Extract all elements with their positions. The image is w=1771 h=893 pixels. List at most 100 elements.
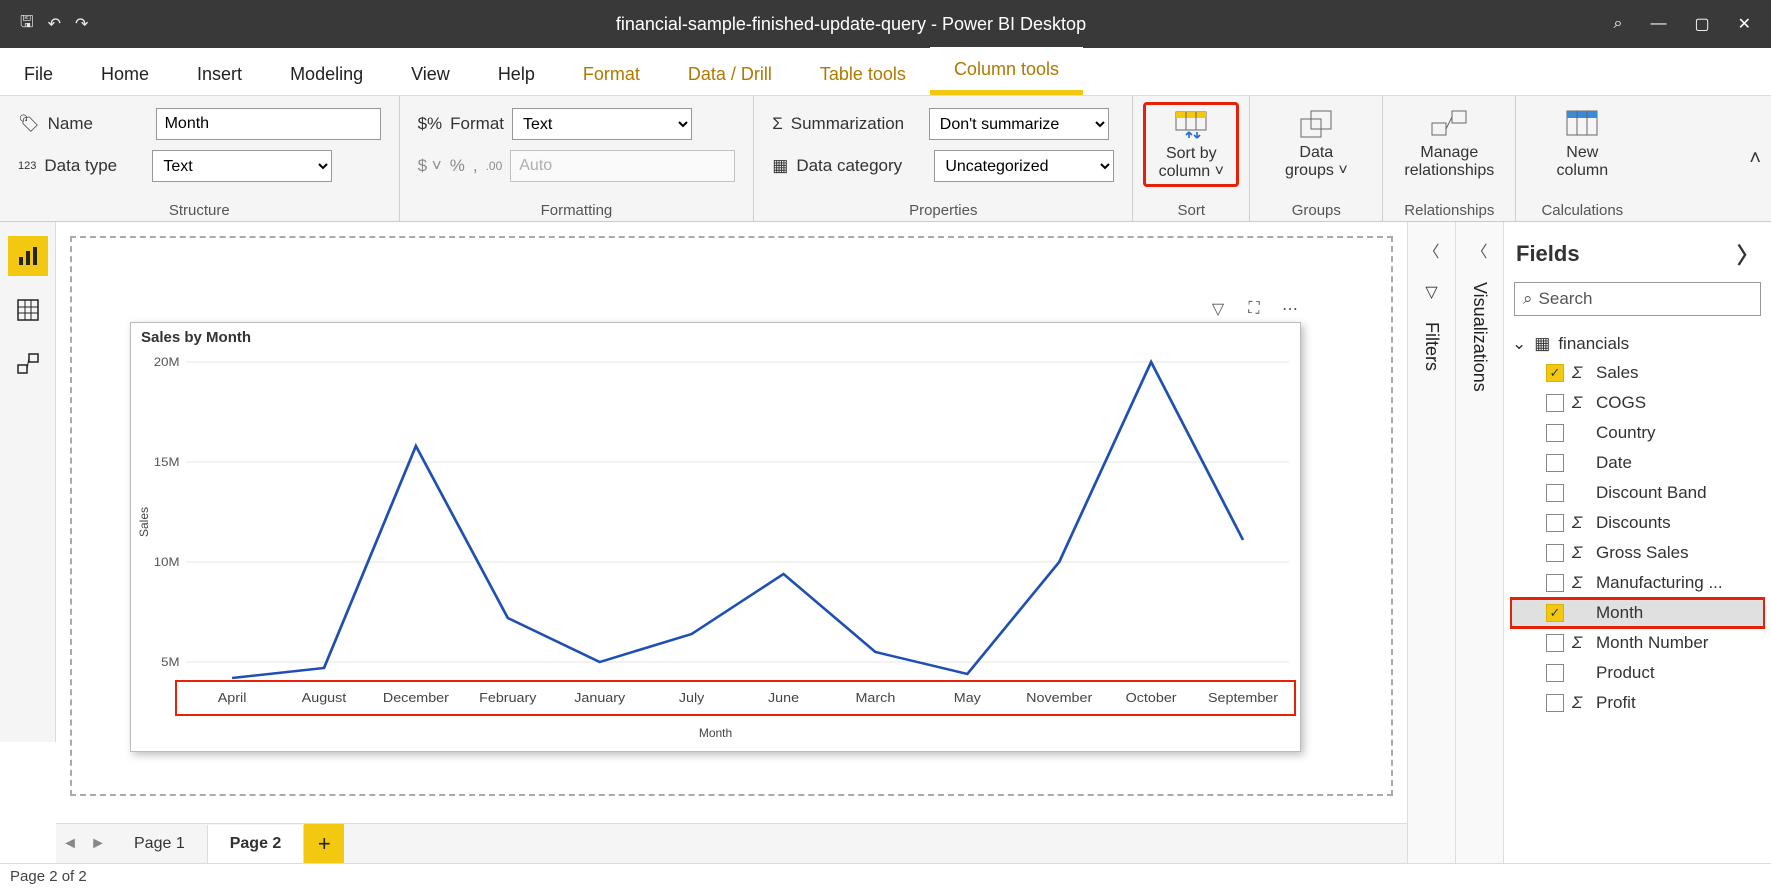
menu-data-drill[interactable]: Data / Drill <box>664 52 796 95</box>
close-icon[interactable]: ✕ <box>1738 14 1751 34</box>
y-axis-label: Sales <box>137 507 151 537</box>
checkbox-icon[interactable] <box>1546 634 1564 652</box>
decimals-input[interactable] <box>510 150 735 182</box>
checkbox-icon[interactable] <box>1546 544 1564 562</box>
redo-icon[interactable]: ↷ <box>75 14 88 34</box>
report-canvas[interactable]: ▽ ⛶ ⋯ Sales by Month Sales 5M10M15M20MAp… <box>56 222 1407 832</box>
search-icon[interactable]: ⌕ <box>1614 15 1623 33</box>
prev-page-icon[interactable]: ◄ <box>56 835 84 853</box>
field-item-month[interactable]: ✓Month <box>1510 598 1765 628</box>
datatype-icon: 123 <box>18 160 36 172</box>
column-name-input[interactable] <box>156 108 381 140</box>
page-tab-2[interactable]: Page 2 <box>208 825 305 863</box>
table-header[interactable]: ⌄ ▦ financials <box>1510 330 1765 358</box>
chevron-left-icon[interactable]: 〈 <box>1471 238 1487 262</box>
menu-help[interactable]: Help <box>474 52 559 95</box>
model-view-button[interactable] <box>8 344 48 384</box>
manage-relationships-button[interactable]: Manage relationships <box>1401 102 1497 181</box>
save-icon[interactable]: 🖫 <box>20 11 34 38</box>
status-bar: Page 2 of 2 <box>0 863 1771 893</box>
sigma-icon: Σ <box>1572 363 1588 383</box>
checkbox-icon[interactable] <box>1546 484 1564 502</box>
summarization-select[interactable]: Don't summarize <box>929 108 1109 140</box>
menu-column-tools[interactable]: Column tools <box>930 47 1083 95</box>
visual-header: ▽ ⛶ ⋯ <box>1207 298 1301 320</box>
group-properties: Properties <box>772 200 1114 219</box>
visualizations-pane-collapsed[interactable]: 〈 Visualizations <box>1455 222 1503 863</box>
status-text: Page 2 of 2 <box>10 868 87 885</box>
collapse-ribbon-icon[interactable]: ˄ <box>1749 147 1761 170</box>
field-item-sales[interactable]: ✓ΣSales <box>1510 358 1765 388</box>
field-item-month-number[interactable]: ΣMonth Number <box>1510 628 1765 658</box>
sort-button-label: Sort by column ˅ <box>1159 145 1224 182</box>
checkbox-icon[interactable] <box>1546 574 1564 592</box>
sigma-icon: Σ <box>1572 693 1588 713</box>
chevron-left-icon[interactable]: 〈 <box>1423 238 1439 262</box>
field-label: Discount Band <box>1596 483 1707 503</box>
checkbox-icon[interactable]: ✓ <box>1546 604 1564 622</box>
filters-pane-collapsed[interactable]: 〈 ▽ Filters <box>1407 222 1455 863</box>
format-label: Format <box>450 114 504 134</box>
checkbox-icon[interactable]: ✓ <box>1546 364 1564 382</box>
chevron-right-icon[interactable]: 〉 <box>1737 238 1759 270</box>
menu-modeling[interactable]: Modeling <box>266 52 387 95</box>
field-item-country[interactable]: Country <box>1510 418 1765 448</box>
field-item-discount-band[interactable]: Discount Band <box>1510 478 1765 508</box>
menu-format[interactable]: Format <box>559 52 664 95</box>
field-item-discounts[interactable]: ΣDiscounts <box>1510 508 1765 538</box>
menu-view[interactable]: View <box>387 52 474 95</box>
field-item-profit[interactable]: ΣProfit <box>1510 688 1765 718</box>
data-view-button[interactable] <box>8 290 48 330</box>
menu-home[interactable]: Home <box>77 52 173 95</box>
title-bar: 🖫 ↶ ↷ financial-sample-finished-update-q… <box>0 0 1771 48</box>
format-icon: $% <box>418 114 443 134</box>
search-icon: ⌕ <box>1523 289 1533 309</box>
format-select[interactable]: Text <box>512 108 692 140</box>
undo-icon[interactable]: ↶ <box>48 14 61 34</box>
report-page[interactable]: ▽ ⛶ ⋯ Sales by Month Sales 5M10M15M20MAp… <box>70 236 1393 796</box>
checkbox-icon[interactable] <box>1546 394 1564 412</box>
checkbox-icon[interactable] <box>1546 424 1564 442</box>
filter-icon[interactable]: ▽ <box>1207 298 1229 320</box>
page-tab-1[interactable]: Page 1 <box>112 825 208 863</box>
data-groups-button[interactable]: Data groups ˅ <box>1268 102 1364 181</box>
sort-by-column-button[interactable]: Sort by column ˅ <box>1143 102 1239 187</box>
add-page-button[interactable]: + <box>304 824 344 864</box>
fields-pane-title: Fields <box>1516 241 1580 267</box>
minimize-icon[interactable]: — <box>1650 15 1666 33</box>
line-chart-visual[interactable]: Sales by Month Sales 5M10M15M20MAprilAug… <box>130 322 1301 752</box>
table-icon: ▦ <box>1534 334 1550 354</box>
checkbox-icon[interactable] <box>1546 454 1564 472</box>
search-placeholder: Search <box>1539 289 1593 309</box>
menu-table-tools[interactable]: Table tools <box>796 52 930 95</box>
group-formatting: Formatting <box>418 200 736 219</box>
checkbox-icon[interactable] <box>1546 694 1564 712</box>
field-item-cogs[interactable]: ΣCOGS <box>1510 388 1765 418</box>
datacategory-select[interactable]: Uncategorized <box>934 150 1114 182</box>
fields-search-input[interactable]: ⌕ Search <box>1514 282 1761 316</box>
field-item-manufacturing-[interactable]: ΣManufacturing ... <box>1510 568 1765 598</box>
checkbox-icon[interactable] <box>1546 664 1564 682</box>
checkbox-icon[interactable] <box>1546 514 1564 532</box>
maximize-icon[interactable]: ▢ <box>1694 14 1709 34</box>
field-item-product[interactable]: Product <box>1510 658 1765 688</box>
new-column-button[interactable]: New column <box>1534 102 1630 181</box>
svg-text:10M: 10M <box>154 556 180 569</box>
field-item-gross-sales[interactable]: ΣGross Sales <box>1510 538 1765 568</box>
currency-icon: $ ˅ <box>418 156 442 176</box>
more-icon[interactable]: ⋯ <box>1279 298 1301 320</box>
field-item-date[interactable]: Date <box>1510 448 1765 478</box>
table-name: financials <box>1558 334 1629 354</box>
menu-bar: FileHomeInsertModelingViewHelpFormatData… <box>0 48 1771 96</box>
field-label: Discounts <box>1596 513 1671 533</box>
menu-file[interactable]: File <box>0 52 77 95</box>
datatype-select[interactable]: Text <box>152 150 332 182</box>
field-label: Date <box>1596 453 1632 473</box>
report-view-button[interactable] <box>8 236 48 276</box>
visualizations-pane-label: Visualizations <box>1469 282 1490 392</box>
chart-title: Sales by Month <box>131 323 1300 352</box>
next-page-icon[interactable]: ► <box>84 835 112 853</box>
fields-pane: Fields〉 ⌕ Search ⌄ ▦ financials ✓ΣSalesΣ… <box>1503 222 1771 863</box>
menu-insert[interactable]: Insert <box>173 52 266 95</box>
focus-mode-icon[interactable]: ⛶ <box>1243 298 1265 320</box>
